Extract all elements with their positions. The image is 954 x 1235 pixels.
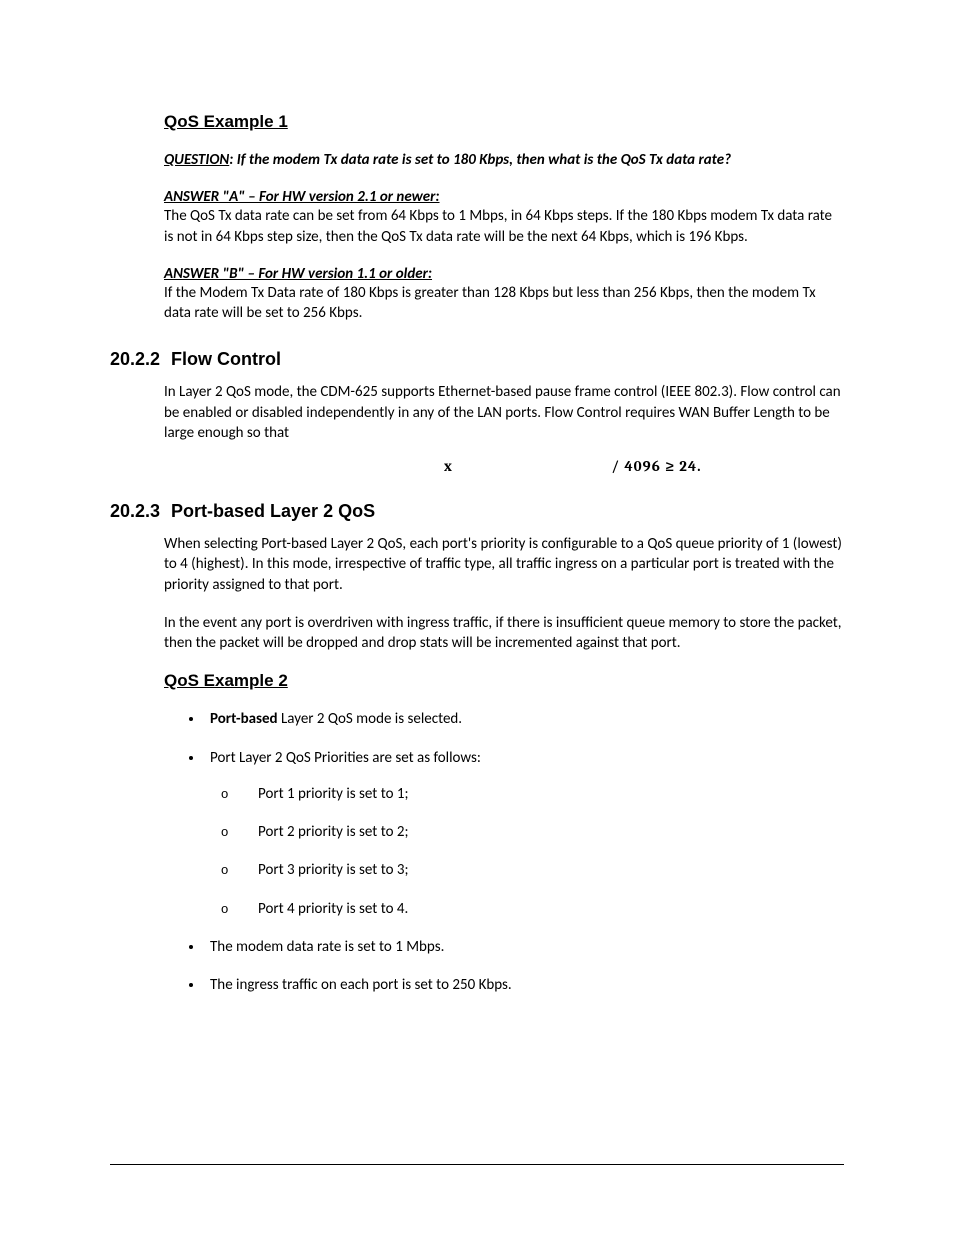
port-qos-body: When selecting Port-based Layer 2 QoS, e… [164,534,844,995]
answer-b-header: ANSWER "B" – For HW version 1.1 or older… [164,265,844,283]
list-item: Port Layer 2 QoS Priorities are set as f… [204,748,844,919]
bullet-1-rest: Layer 2 QoS mode is selected. [278,710,462,728]
list-item: The modem data rate is set to 1 Mbps. [204,937,844,957]
list-item: Port 2 priority is set to 2; [252,822,844,842]
question-text: : If the modem Tx data rate is set to 18… [229,151,731,169]
section-title: Flow Control [171,349,281,369]
question-label: QUESTION [164,151,229,169]
flow-control-formula: x / 4096 ≥ 24. [164,457,844,475]
page: QoS Example 1 QUESTION: If the modem Tx … [0,0,954,1235]
section-number: 20.2.2 [110,349,166,370]
formula-x: x [444,457,453,475]
example-1-block: QoS Example 1 QUESTION: If the modem Tx … [164,112,844,323]
formula-rest: / 4096 ≥ 24. [612,457,702,475]
example-2-title: QoS Example 2 [164,671,844,691]
example-1-title: QoS Example 1 [164,112,844,132]
priority-sublist: Port 1 priority is set to 1; Port 2 prio… [210,784,844,919]
page-footer-rule [110,1164,844,1165]
answer-a-body: The QoS Tx data rate can be set from 64 … [164,206,844,247]
list-item: The ingress traffic on each port is set … [204,975,844,995]
answer-a-header: ANSWER "A" – For HW version 2.1 or newer… [164,188,844,206]
example-2-bullets: Port-based Layer 2 QoS mode is selected.… [164,709,844,995]
list-item: Port 1 priority is set to 1; [252,784,844,804]
section-number: 20.2.3 [110,501,166,522]
list-item: Port-based Layer 2 QoS mode is selected. [204,709,844,729]
flow-control-body: In Layer 2 QoS mode, the CDM-625 support… [164,382,844,475]
bullet-1-bold: Port-based [210,710,278,728]
port-qos-p2: In the event any port is overdriven with… [164,613,844,654]
question-line: QUESTION: If the modem Tx data rate is s… [164,150,844,170]
section-title: Port-based Layer 2 QoS [171,501,375,521]
list-item: Port 4 priority is set to 4. [252,899,844,919]
answer-b-body: If the Modem Tx Data rate of 180 Kbps is… [164,283,844,324]
section-port-qos-heading: 20.2.3 Port-based Layer 2 QoS [110,501,844,522]
port-qos-p1: When selecting Port-based Layer 2 QoS, e… [164,534,844,595]
bullet-2-text: Port Layer 2 QoS Priorities are set as f… [210,749,481,767]
list-item: Port 3 priority is set to 3; [252,860,844,880]
section-flow-control-heading: 20.2.2 Flow Control [110,349,844,370]
flow-control-paragraph: In Layer 2 QoS mode, the CDM-625 support… [164,382,844,443]
